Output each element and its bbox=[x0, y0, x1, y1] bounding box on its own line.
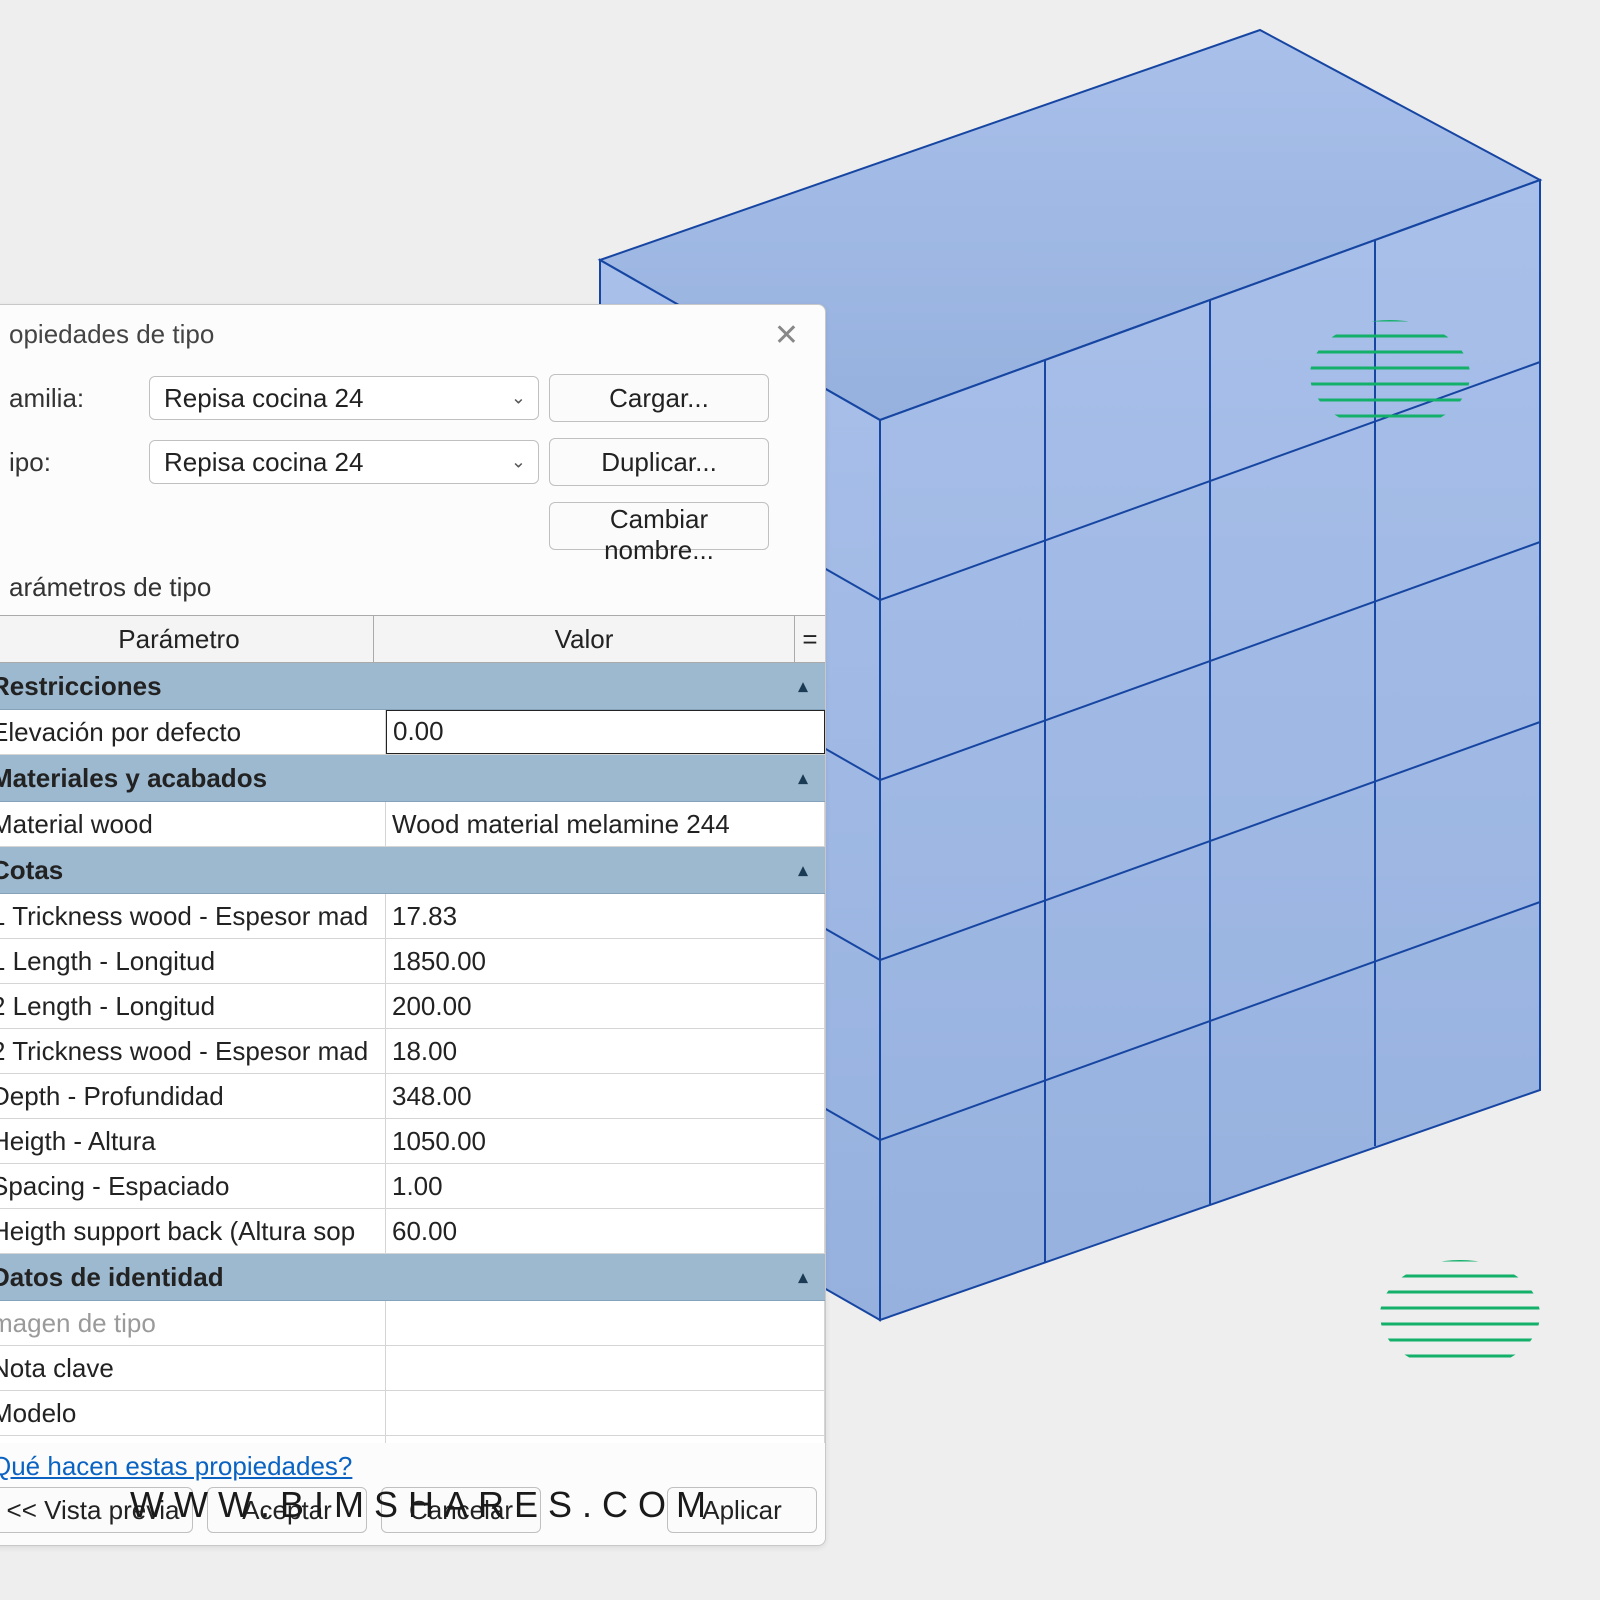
column-equals[interactable]: = bbox=[795, 616, 825, 662]
parameter-value[interactable]: 1.00 bbox=[386, 1164, 825, 1208]
parameter-value[interactable] bbox=[386, 1301, 825, 1345]
parameter-name: Material wood bbox=[0, 802, 386, 846]
preview-button[interactable]: << Vista previa bbox=[0, 1487, 193, 1533]
family-combo[interactable]: Repisa cocina 24 ⌄ bbox=[149, 376, 539, 420]
parameter-name: Modelo bbox=[0, 1391, 386, 1435]
parameter-value[interactable]: 60.00 bbox=[386, 1209, 825, 1253]
apply-button[interactable]: Aplicar bbox=[667, 1487, 817, 1533]
parameter-row: Modelo bbox=[0, 1391, 825, 1436]
collapse-icon: ▴ bbox=[789, 768, 817, 789]
type-label: ipo: bbox=[9, 447, 139, 478]
parameter-row: 2 Trickness wood - Espesor mad18.00 bbox=[0, 1029, 825, 1074]
help-link[interactable]: Qué hacen estas propiedades? bbox=[0, 1443, 825, 1482]
type-properties-dialog: opiedades de tipo ✕ amilia: Repisa cocin… bbox=[0, 304, 826, 1546]
parameter-value[interactable] bbox=[386, 1346, 825, 1390]
category-label: Materiales y acabados bbox=[0, 763, 789, 794]
parameter-name: magen de tipo bbox=[0, 1301, 386, 1345]
rename-button[interactable]: Cambiar nombre... bbox=[549, 502, 769, 550]
category-label: Restricciones bbox=[0, 671, 789, 702]
close-button[interactable]: ✕ bbox=[766, 317, 807, 355]
parameter-name: 2 Trickness wood - Espesor mad bbox=[0, 1029, 386, 1073]
parameter-row: 1 Trickness wood - Espesor mad17.83 bbox=[0, 894, 825, 939]
cancel-button[interactable]: Cancelar bbox=[381, 1487, 541, 1533]
parameter-value[interactable]: 18.00 bbox=[386, 1029, 825, 1073]
parameter-value[interactable]: 1850.00 bbox=[386, 939, 825, 983]
type-parameters-label: arámetros de tipo bbox=[0, 566, 825, 603]
family-label: amilia: bbox=[9, 383, 139, 414]
parameter-name: 1 Length - Longitud bbox=[0, 939, 386, 983]
parameters-header: Parámetro Valor = bbox=[0, 615, 825, 663]
type-combo-value: Repisa cocina 24 bbox=[164, 447, 363, 478]
parameter-name: 2 Length - Longitud bbox=[0, 984, 386, 1028]
parameter-name: Nota clave bbox=[0, 1346, 386, 1390]
collapse-icon: ▴ bbox=[789, 1267, 817, 1288]
dialog-title: opiedades de tipo bbox=[0, 305, 825, 356]
collapse-icon: ▴ bbox=[789, 860, 817, 881]
parameter-name: Depth - Profundidad bbox=[0, 1074, 386, 1118]
parameter-row: Depth - Profundidad348.00 bbox=[0, 1074, 825, 1119]
parameter-row: 1 Length - Longitud1850.00 bbox=[0, 939, 825, 984]
category-label: Datos de identidad bbox=[0, 1262, 789, 1293]
column-value[interactable]: Valor bbox=[374, 616, 795, 662]
collapse-icon: ▴ bbox=[789, 676, 817, 697]
chevron-down-icon: ⌄ bbox=[511, 452, 526, 473]
parameter-name: Heigth support back (Altura sop bbox=[0, 1209, 386, 1253]
parameter-row: Elevación por defecto0.00 bbox=[0, 710, 825, 755]
parameter-row: Material woodWood material melamine 244 bbox=[0, 802, 825, 847]
parameter-row: Heigth support back (Altura sop60.00 bbox=[0, 1209, 825, 1254]
ok-button[interactable]: Aceptar bbox=[207, 1487, 367, 1533]
parameter-row: magen de tipo bbox=[0, 1301, 825, 1346]
parameter-name: Heigth - Altura bbox=[0, 1119, 386, 1163]
parameter-row: Nota clave bbox=[0, 1346, 825, 1391]
parameter-row: Heigth - Altura1050.00 bbox=[0, 1119, 825, 1164]
parameter-value[interactable] bbox=[386, 1436, 825, 1443]
parameter-row: Fabricante bbox=[0, 1436, 825, 1443]
parameter-value[interactable] bbox=[386, 1391, 825, 1435]
family-combo-value: Repisa cocina 24 bbox=[164, 383, 363, 414]
parameter-value[interactable]: 0.00 bbox=[386, 710, 825, 754]
parameter-value[interactable]: 348.00 bbox=[386, 1074, 825, 1118]
chevron-down-icon: ⌄ bbox=[511, 388, 526, 409]
category-header[interactable]: Datos de identidad▴ bbox=[0, 1254, 825, 1301]
category-label: Cotas bbox=[0, 855, 789, 886]
category-header[interactable]: Cotas▴ bbox=[0, 847, 825, 894]
parameter-name: Fabricante bbox=[0, 1436, 386, 1443]
type-combo[interactable]: Repisa cocina 24 ⌄ bbox=[149, 440, 539, 484]
duplicate-button[interactable]: Duplicar... bbox=[549, 438, 769, 486]
parameter-name: Spacing - Espaciado bbox=[0, 1164, 386, 1208]
parameters-table: Parámetro Valor = Restricciones▴Elevació… bbox=[0, 615, 825, 1443]
parameter-value[interactable]: Wood material melamine 244 bbox=[386, 802, 825, 846]
parameter-name: Elevación por defecto bbox=[0, 710, 386, 754]
category-header[interactable]: Materiales y acabados▴ bbox=[0, 755, 825, 802]
close-icon: ✕ bbox=[774, 319, 799, 352]
parameter-value[interactable]: 200.00 bbox=[386, 984, 825, 1028]
parameter-name: 1 Trickness wood - Espesor mad bbox=[0, 894, 386, 938]
load-button[interactable]: Cargar... bbox=[549, 374, 769, 422]
column-parameter[interactable]: Parámetro bbox=[0, 616, 374, 662]
category-header[interactable]: Restricciones▴ bbox=[0, 663, 825, 710]
parameters-body: Restricciones▴Elevación por defecto0.00M… bbox=[0, 663, 825, 1443]
parameter-value[interactable]: 1050.00 bbox=[386, 1119, 825, 1163]
parameter-row: 2 Length - Longitud200.00 bbox=[0, 984, 825, 1029]
parameter-value[interactable]: 17.83 bbox=[386, 894, 825, 938]
parameter-row: Spacing - Espaciado1.00 bbox=[0, 1164, 825, 1209]
